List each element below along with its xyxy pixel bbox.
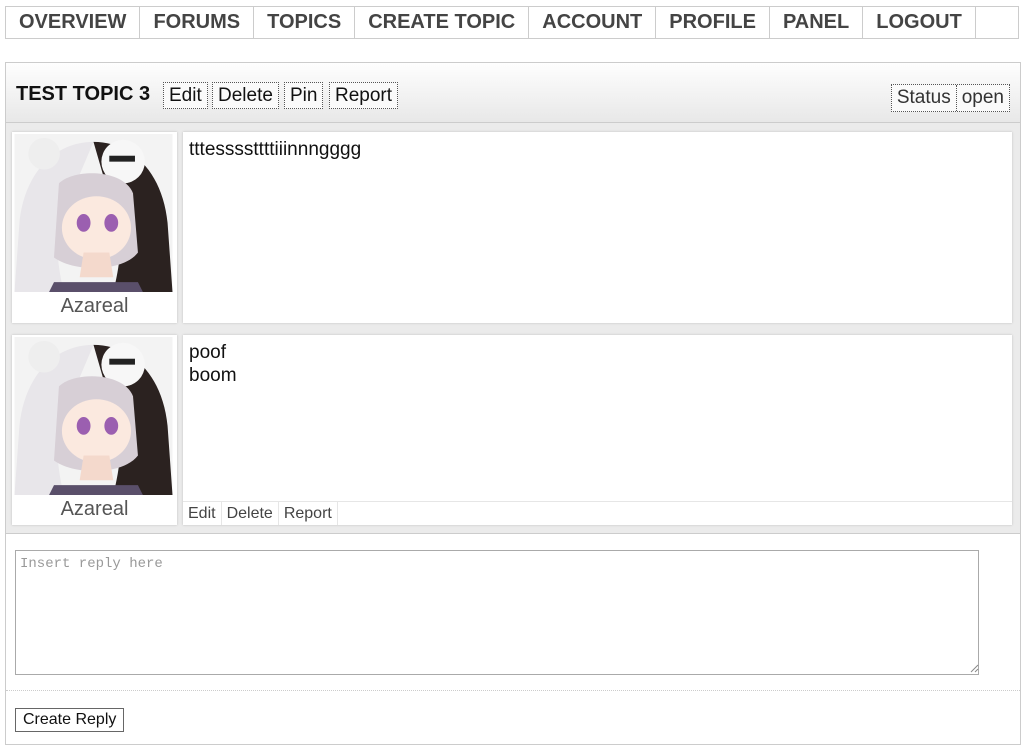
post-line: tttessssttttiiinnngggg <box>189 139 362 160</box>
nav-panel[interactable]: PANEL <box>770 7 864 38</box>
user-avatar-icon <box>14 337 173 495</box>
status-value: open <box>955 85 1009 111</box>
post-actions: Edit Delete Report <box>183 501 1012 525</box>
post-username[interactable]: Azareal <box>12 498 177 521</box>
nav-logout[interactable]: LOGOUT <box>863 7 976 38</box>
post-userinfo: Azareal <box>12 132 177 323</box>
topic-header: TEST TOPIC 3 Edit Delete Pin Report Stat… <box>6 63 1020 123</box>
nav-topics[interactable]: TOPICS <box>254 7 356 38</box>
nav-overview[interactable]: OVERVIEW <box>6 7 141 38</box>
post-item: Azareal tttessssttttiiinnngggg <box>12 132 1012 323</box>
create-reply-button[interactable]: Create Reply <box>15 708 125 732</box>
report-topic-button[interactable]: Report <box>329 82 399 109</box>
user-avatar-icon <box>14 134 173 292</box>
nav-forums[interactable]: FORUMS <box>140 7 255 38</box>
topic-title: TEST TOPIC 3 <box>16 83 151 105</box>
post-list: Azareal tttessssttttiiinnngggg Azareal p… <box>6 123 1020 534</box>
edit-topic-button[interactable]: Edit <box>163 82 208 109</box>
delete-topic-button[interactable]: Delete <box>212 82 279 109</box>
topic-status: Status open <box>890 84 1010 112</box>
nav-create-topic[interactable]: CREATE TOPIC <box>355 7 530 38</box>
pin-topic-button[interactable]: Pin <box>284 82 324 109</box>
post-line: boom <box>189 365 237 386</box>
topic-container: TEST TOPIC 3 Edit Delete Pin Report Stat… <box>5 62 1021 745</box>
nav-profile[interactable]: PROFILE <box>656 7 770 38</box>
post-content: tttessssttttiiinnngggg <box>183 132 1012 323</box>
nav-account[interactable]: ACCOUNT <box>529 7 657 38</box>
reply-input[interactable] <box>15 550 979 675</box>
post-username[interactable]: Azareal <box>12 295 177 318</box>
reply-divider <box>6 690 1020 691</box>
status-label: Status <box>896 87 951 108</box>
edit-post-button[interactable]: Edit <box>183 502 222 525</box>
resize-handle-icon[interactable] <box>969 663 979 673</box>
delete-post-button[interactable]: Delete <box>222 502 279 525</box>
post-line: poof <box>189 342 226 363</box>
post-text: poof boom <box>189 341 237 387</box>
post-userinfo: Azareal <box>12 335 177 525</box>
post-item: Azareal poof boom Edit Delete Report <box>12 335 1012 525</box>
main-nav: OVERVIEW FORUMS TOPICS CREATE TOPIC ACCO… <box>5 6 1019 39</box>
post-content: poof boom Edit Delete Report <box>183 335 1012 525</box>
report-post-button[interactable]: Report <box>279 502 338 525</box>
post-text: tttessssttttiiinnngggg <box>189 138 361 161</box>
